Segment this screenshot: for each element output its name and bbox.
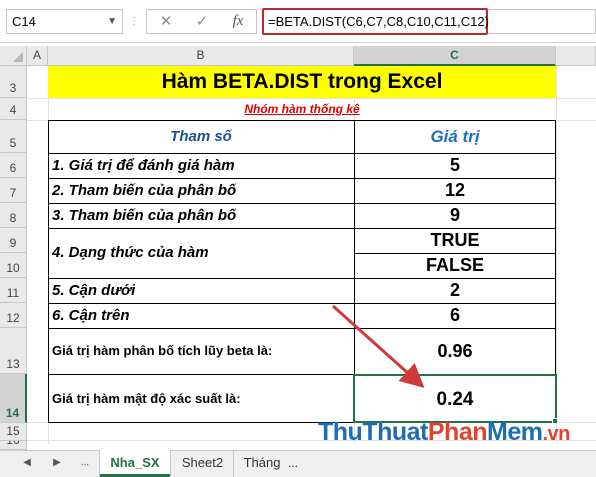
tab-nha-sx[interactable]: Nha_SX — [100, 450, 170, 477]
param-label-5[interactable]: 5. Cận dưới — [52, 278, 135, 303]
row-header-5[interactable]: 5 — [0, 120, 27, 153]
param-value-6[interactable]: 6 — [354, 303, 556, 328]
param-label-1[interactable]: 1. Giá trị để đánh giá hàm — [52, 153, 235, 178]
drag-handle-icon[interactable]: ⋮ — [129, 12, 139, 32]
param-label-6[interactable]: 6. Cận trên — [52, 303, 130, 328]
param-value-1[interactable]: 5 — [354, 153, 556, 178]
name-box-value: C14 — [12, 14, 36, 29]
row-header-7[interactable]: 7 — [0, 178, 27, 203]
row-header-3[interactable]: 3 — [0, 66, 27, 98]
sheet-subtitle[interactable]: Nhóm hàm thống kê — [48, 98, 556, 120]
param-value-5[interactable]: 2 — [354, 278, 556, 303]
row-header-13[interactable]: 13 — [0, 328, 27, 374]
active-cell-selection — [353, 374, 557, 423]
formula-bar: C14 ▼ ⋮ ✕ ✓ fx =BETA.DIST(C6,C7,C8,C10,C… — [0, 0, 596, 43]
name-box[interactable]: C14 ▼ — [6, 9, 123, 34]
row-header-4[interactable]: 4 — [0, 98, 27, 120]
result-value-cdf[interactable]: 0.96 — [354, 328, 556, 374]
row-header-15[interactable]: 15 — [0, 423, 27, 441]
select-all-corner[interactable] — [0, 46, 27, 66]
tab-overflow[interactable]: ... — [286, 450, 300, 477]
tab-sheet2[interactable]: Sheet2 — [172, 450, 234, 477]
row-header-11[interactable]: 11 — [0, 278, 27, 303]
column-header-b[interactable]: B — [48, 46, 354, 66]
row-header-9[interactable]: 9 — [0, 228, 27, 253]
cancel-icon[interactable]: ✕ — [151, 10, 181, 33]
row-header-10[interactable]: 10 — [0, 253, 27, 278]
confirm-icon[interactable]: ✓ — [187, 10, 217, 33]
insert-function-icon[interactable]: fx — [223, 10, 253, 33]
tab-nav-prev-icon[interactable]: ◀ — [20, 455, 34, 471]
watermark-logo: ThuThuatPhanMem.vn — [318, 418, 570, 446]
param-value-3[interactable]: 9 — [354, 203, 556, 228]
formula-text[interactable]: =BETA.DIST(C6,C7,C8,C10,C11,C12) — [268, 9, 489, 34]
formula-buttons: ✕ ✓ fx — [146, 9, 257, 34]
column-header-a[interactable]: A — [27, 46, 48, 66]
header-parameter[interactable]: Tham số — [48, 120, 354, 153]
result-label-pdf[interactable]: Giá trị hàm mật độ xác suất là: — [52, 374, 241, 423]
row-header-14[interactable]: 14 — [0, 374, 27, 423]
result-label-cdf[interactable]: Giá trị hàm phân bố tích lũy beta là: — [52, 328, 272, 374]
tab-nav-more[interactable]: ... — [76, 455, 94, 471]
column-header-d[interactable] — [556, 46, 596, 66]
param-value-2[interactable]: 12 — [354, 178, 556, 203]
row-header-6[interactable]: 6 — [0, 153, 27, 178]
column-header-c[interactable]: C — [354, 46, 556, 66]
param-value-4[interactable]: TRUE — [354, 228, 556, 253]
param-label-4[interactable]: 4. Dạng thức của hàm — [52, 228, 209, 278]
chevron-down-icon[interactable]: ▼ — [107, 10, 117, 33]
row-header-12[interactable]: 12 — [0, 303, 27, 328]
row-header-16[interactable]: 16 — [0, 441, 27, 450]
param-label-2[interactable]: 2. Tham biến của phân bố — [52, 178, 236, 203]
tab-nav-next-icon[interactable]: ▶ — [50, 455, 64, 471]
param-value-4b[interactable]: FALSE — [354, 253, 556, 278]
tab-thang[interactable]: Tháng — [236, 450, 288, 477]
row-header-8[interactable]: 8 — [0, 203, 27, 228]
header-value[interactable]: Giá trị — [354, 120, 556, 153]
sheet-title[interactable]: Hàm BETA.DIST trong Excel — [48, 66, 556, 98]
param-label-3[interactable]: 3. Tham biến của phân bố — [52, 203, 236, 228]
